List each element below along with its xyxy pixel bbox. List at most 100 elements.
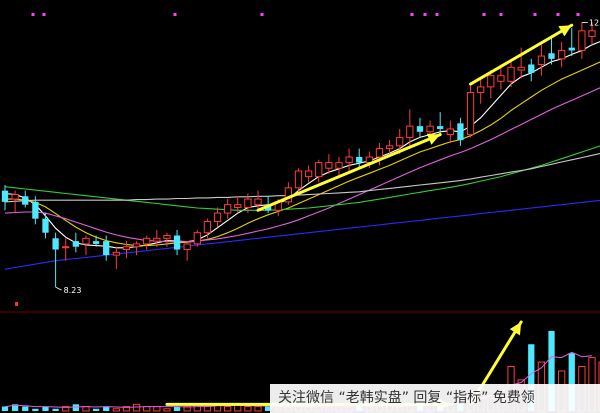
candle-body <box>466 92 475 136</box>
candle-body <box>62 246 70 249</box>
candle-body <box>406 125 414 138</box>
volume-bar <box>32 408 39 411</box>
candle <box>304 165 313 183</box>
candle-body <box>213 212 222 222</box>
candle <box>173 229 181 256</box>
candle-body <box>356 157 363 163</box>
candle-body <box>254 198 262 206</box>
candle-body <box>315 162 323 178</box>
candle-body <box>1 190 9 202</box>
candle <box>345 148 353 172</box>
candle-body <box>375 148 384 158</box>
candle <box>537 44 546 76</box>
volume-bar <box>42 406 49 411</box>
volume-bar <box>72 404 79 411</box>
candle <box>335 157 343 177</box>
volume-bar <box>103 406 110 411</box>
candle-body <box>304 170 313 178</box>
ma-line-6 <box>4 199 600 270</box>
candle-body <box>143 237 151 245</box>
candle-body <box>537 55 546 65</box>
volume-bar <box>153 406 161 412</box>
candle-body <box>224 204 232 214</box>
watermark-banner: 关注微信 “老韩实盘” 回复 “指标” 免费领 <box>270 384 600 413</box>
candle-body <box>325 162 333 169</box>
signal-dot <box>42 13 46 16</box>
candle <box>72 232 79 253</box>
candle-body <box>72 241 79 247</box>
candle-body <box>234 204 242 208</box>
candle <box>315 159 323 183</box>
candle-body <box>122 246 131 251</box>
signal-dot <box>435 13 439 16</box>
candle-body <box>203 220 212 234</box>
candle-body <box>173 235 181 250</box>
candle-body <box>132 243 141 248</box>
ma-line-5 <box>4 152 600 203</box>
candle-body <box>558 49 566 60</box>
candle-body <box>244 198 252 208</box>
candle <box>457 117 464 146</box>
candle <box>548 36 555 65</box>
volume-bar <box>1 406 9 411</box>
candle <box>22 190 29 208</box>
signal-dot <box>423 13 427 16</box>
high-price-label: 12.5 <box>589 18 600 27</box>
volume-bar <box>173 406 181 411</box>
candle <box>153 229 161 247</box>
volume-bar <box>163 408 171 412</box>
candle-body <box>82 237 90 245</box>
candle-body <box>193 232 201 245</box>
volume-bar <box>112 408 120 412</box>
signal-dot <box>31 13 35 16</box>
volume-bar <box>22 406 29 411</box>
candle-body <box>163 235 171 239</box>
candle <box>528 58 535 82</box>
volume-bar <box>143 406 151 412</box>
candle <box>224 199 232 219</box>
candle-body <box>568 47 575 51</box>
top-signal-markers <box>31 13 580 16</box>
candle <box>294 168 303 191</box>
candle <box>112 246 120 270</box>
candle-body <box>92 241 100 244</box>
price-trend-arrows <box>256 23 574 212</box>
candle <box>466 84 475 138</box>
volume-bar <box>52 408 59 411</box>
candle-body <box>52 238 59 250</box>
volume-bar <box>224 406 232 412</box>
signal-dot <box>556 13 560 16</box>
candle <box>132 241 141 256</box>
candle-body <box>517 66 525 71</box>
candle-body <box>396 136 404 147</box>
signal-dot <box>410 13 414 16</box>
signal-dot <box>576 13 580 16</box>
volume-bar <box>132 403 141 412</box>
volume-bar <box>82 406 90 412</box>
candle-body <box>446 128 454 136</box>
candle <box>254 190 262 211</box>
candle-body <box>112 251 120 256</box>
volume-bar <box>92 408 100 411</box>
indicator-marker <box>15 302 18 306</box>
volume-bar <box>203 406 212 412</box>
volume-bar <box>244 406 252 412</box>
candle-body <box>457 123 464 141</box>
candle-body <box>507 66 515 82</box>
candle-body <box>385 145 394 150</box>
candle-body <box>335 162 343 169</box>
low-price-pointer <box>55 286 62 291</box>
candle <box>1 185 9 211</box>
stock-chart: 8.23 12.5 <box>0 13 600 412</box>
candle-body <box>416 126 424 132</box>
candle <box>477 78 485 104</box>
volume-bar <box>254 406 262 412</box>
signal-dot <box>173 13 177 16</box>
signal-dot <box>499 13 503 16</box>
candle <box>143 235 151 250</box>
candle-body <box>426 125 434 133</box>
candle-body <box>11 194 19 200</box>
candle <box>568 28 575 57</box>
signal-dot <box>482 13 486 16</box>
price-labels: 8.23 12.5 <box>55 18 600 295</box>
